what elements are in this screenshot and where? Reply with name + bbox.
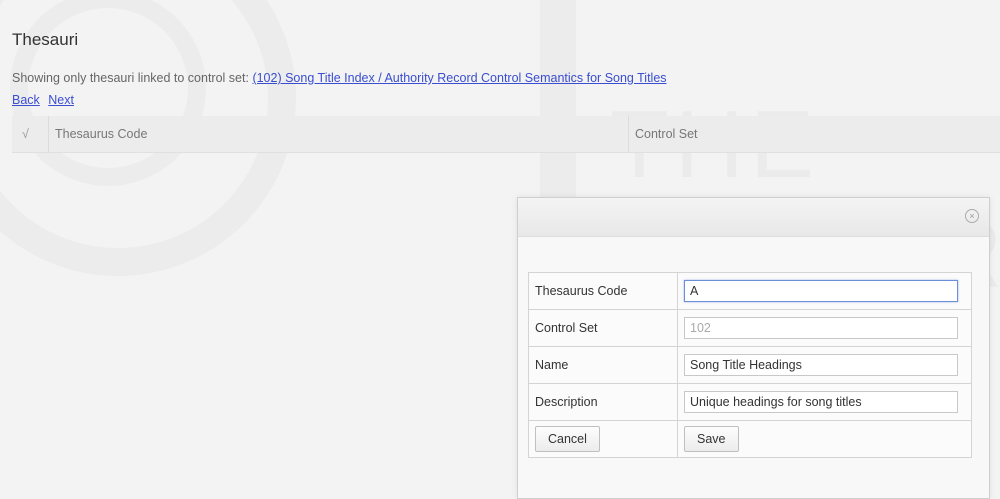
save-button[interactable]: Save <box>684 426 739 452</box>
select-all-checkmark-icon[interactable]: √ <box>22 127 29 141</box>
field-label: Control Set <box>528 309 678 347</box>
field-label: Thesaurus Code <box>528 272 678 310</box>
form-row-control-set: Control Set <box>528 309 972 347</box>
name-input[interactable] <box>684 354 958 376</box>
column-header-thesaurus-code[interactable]: Thesaurus Code <box>48 116 629 152</box>
control-set-link[interactable]: (102) Song Title Index / Authority Recor… <box>252 71 666 85</box>
form-row-name: Name <box>528 346 972 384</box>
description-input[interactable] <box>684 391 958 413</box>
form-row-thesaurus-code: Thesaurus Code <box>528 272 972 310</box>
control-set-input <box>684 317 958 339</box>
page-title: Thesauri <box>12 30 79 49</box>
thesaurus-form: Thesaurus Code Control Set Name Descript… <box>528 272 972 458</box>
cancel-button[interactable]: Cancel <box>535 426 600 452</box>
dialog-titlebar[interactable]: × <box>518 198 989 237</box>
field-label: Name <box>528 346 678 384</box>
next-link[interactable]: Next <box>48 93 74 107</box>
form-row-actions: Cancel Save <box>528 420 972 458</box>
thesaurus-code-input[interactable] <box>684 280 958 302</box>
form-row-description: Description <box>528 383 972 421</box>
back-link[interactable]: Back <box>12 93 40 107</box>
pagination-links: Back Next <box>12 93 79 107</box>
edit-thesaurus-dialog: × Thesaurus Code Control Set Name <box>517 197 990 499</box>
page: THE PEO UNIVER Thesauri Showing only the… <box>0 0 1000 499</box>
field-label: Description <box>528 383 678 421</box>
filter-prefix: Showing only thesauri linked to control … <box>12 71 249 85</box>
control-set-filter-text: Showing only thesauri linked to control … <box>12 71 667 85</box>
column-header-control-set[interactable]: Control Set <box>628 116 1000 152</box>
grid-header: √ Thesaurus Code Control Set <box>12 116 1000 153</box>
close-icon[interactable]: × <box>965 209 979 223</box>
